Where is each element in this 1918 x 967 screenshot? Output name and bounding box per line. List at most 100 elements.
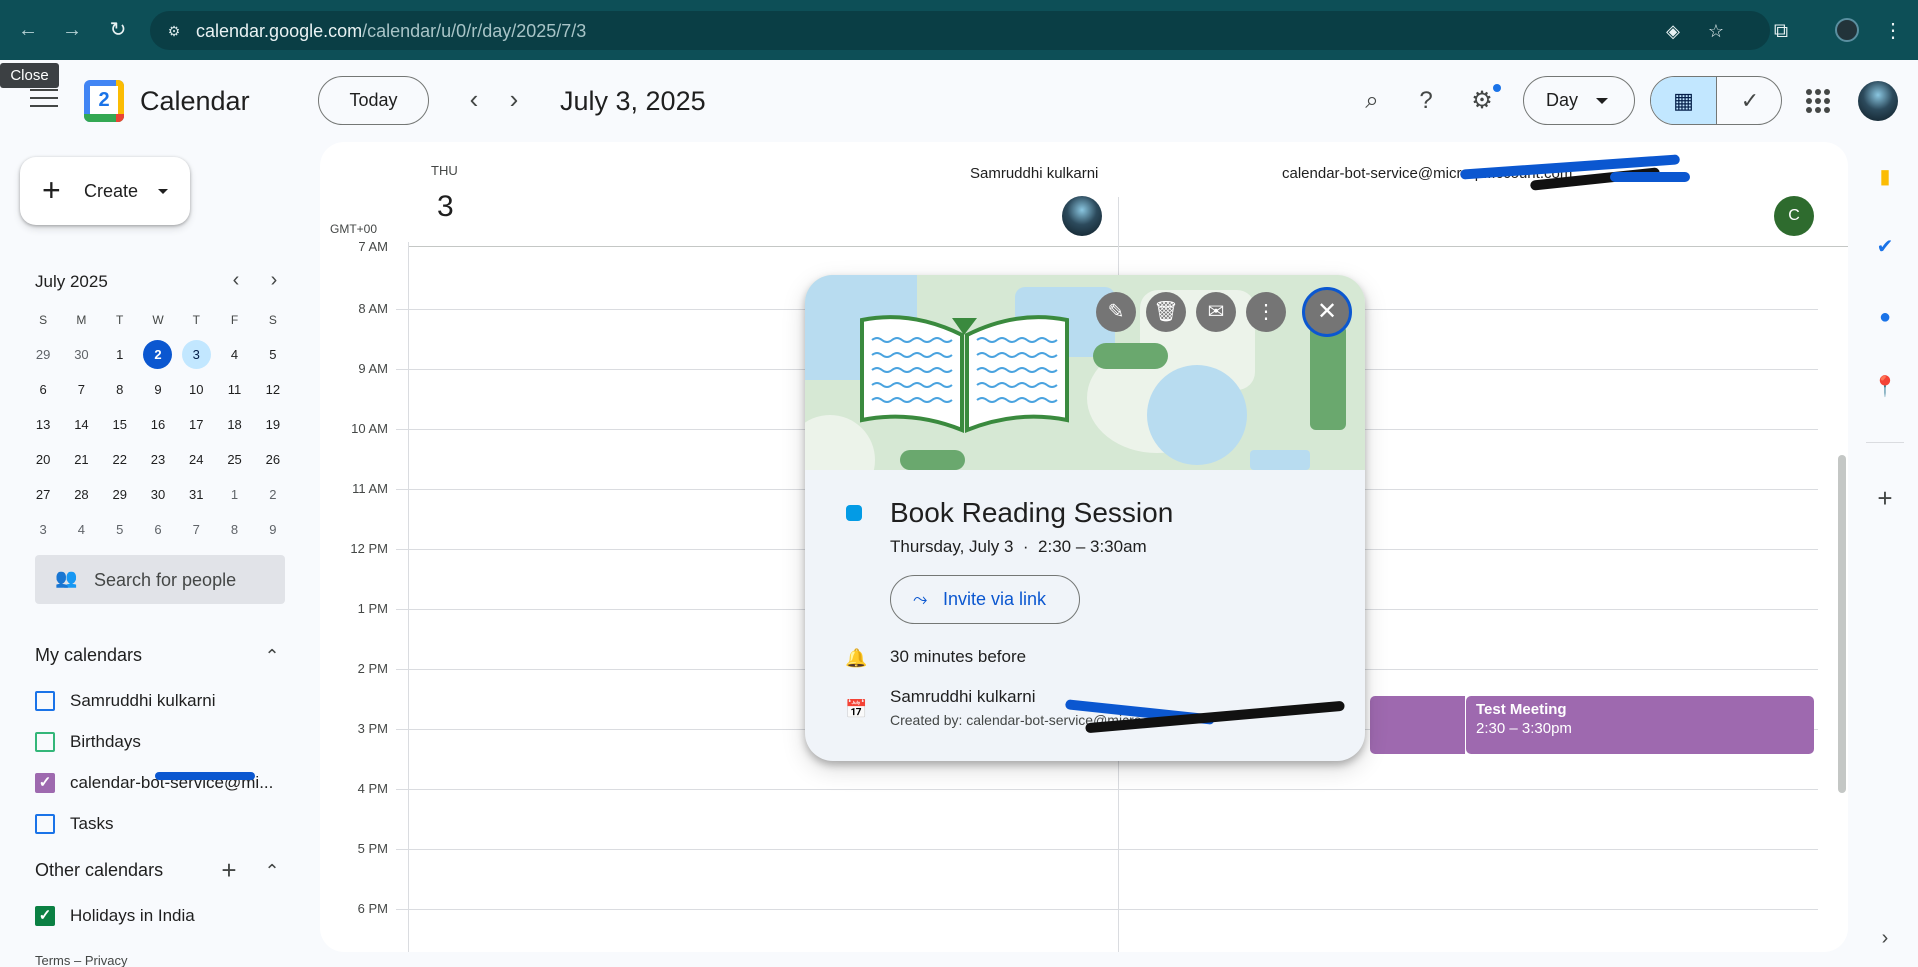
maps-icon[interactable]: 📍: [1872, 374, 1898, 400]
email-icon[interactable]: ✉: [1196, 292, 1236, 332]
mini-day[interactable]: 11: [215, 375, 253, 410]
mini-day[interactable]: 6: [24, 375, 62, 410]
reload-icon[interactable]: ↻: [104, 16, 132, 44]
mini-day[interactable]: 26: [254, 445, 292, 480]
mini-day[interactable]: 19: [254, 410, 292, 445]
mini-day[interactable]: 5: [254, 340, 292, 375]
address-bar[interactable]: ⚙ calendar.google.com/calendar/u/0/r/day…: [150, 11, 1770, 50]
mini-day[interactable]: 29: [24, 340, 62, 375]
calendar-view-icon[interactable]: ▦: [1651, 77, 1717, 124]
calendar-tasks-toggle[interactable]: ▦ ✓: [1650, 76, 1782, 125]
search-icon[interactable]: ⌕: [1355, 84, 1389, 118]
invite-via-link-button[interactable]: ⤳ Invite via link: [890, 575, 1080, 624]
expand-panel-icon[interactable]: ›: [1872, 925, 1898, 951]
more-options-icon[interactable]: ⋮: [1246, 292, 1286, 332]
mini-day[interactable]: 5: [101, 515, 139, 550]
mini-day[interactable]: 27: [24, 480, 62, 515]
mini-day[interactable]: 7: [62, 375, 100, 410]
mini-day[interactable]: 2: [139, 340, 177, 375]
mini-day[interactable]: 15: [101, 410, 139, 445]
hour-gridline: [396, 849, 1818, 850]
mini-day[interactable]: 24: [177, 445, 215, 480]
other-calendars-title[interactable]: Other calendars: [35, 860, 163, 881]
mini-day[interactable]: 30: [62, 340, 100, 375]
browser-menu-icon[interactable]: ⋮: [1880, 18, 1906, 44]
mini-day[interactable]: 3: [177, 340, 215, 375]
keep-icon[interactable]: ▮: [1872, 164, 1898, 190]
mini-prev-month-icon[interactable]: ‹: [225, 270, 247, 292]
chevron-up-icon[interactable]: ⌃: [262, 861, 282, 881]
calendar-checkbox[interactable]: [35, 691, 55, 711]
person-name: Samruddhi kulkarni: [970, 165, 1099, 182]
mini-day[interactable]: 14: [62, 410, 100, 445]
help-icon[interactable]: ?: [1409, 84, 1443, 118]
delete-trash-icon[interactable]: 🗑: [1146, 292, 1186, 332]
mini-day[interactable]: 25: [215, 445, 253, 480]
edit-pencil-icon[interactable]: ✎: [1096, 292, 1136, 332]
close-icon[interactable]: ✕: [1302, 287, 1352, 337]
mini-day[interactable]: 1: [101, 340, 139, 375]
mini-day[interactable]: 8: [101, 375, 139, 410]
lens-icon[interactable]: ◈: [1662, 20, 1684, 42]
mini-day[interactable]: 4: [62, 515, 100, 550]
scrollbar[interactable]: [1838, 455, 1846, 793]
calendar-checkbox[interactable]: ✓: [35, 773, 55, 793]
person-avatar[interactable]: [1062, 196, 1102, 236]
mini-day[interactable]: 20: [24, 445, 62, 480]
create-button[interactable]: + Create: [20, 157, 190, 225]
mini-day[interactable]: 31: [177, 480, 215, 515]
footer-links[interactable]: Terms – Privacy: [35, 953, 127, 967]
main-menu-icon[interactable]: [30, 89, 58, 111]
contacts-icon[interactable]: ●: [1872, 304, 1898, 330]
next-day-icon[interactable]: ›: [498, 84, 530, 116]
mini-next-month-icon[interactable]: ›: [263, 270, 285, 292]
calendar-checkbox[interactable]: ✓: [35, 906, 55, 926]
mini-day[interactable]: 17: [177, 410, 215, 445]
event-block-left[interactable]: [1370, 696, 1466, 754]
person-avatar[interactable]: C: [1774, 196, 1814, 236]
google-apps-icon[interactable]: [1806, 89, 1830, 113]
my-calendars-title[interactable]: My calendars: [35, 645, 142, 666]
previous-day-icon[interactable]: ‹: [458, 84, 490, 116]
tasks-view-icon[interactable]: ✓: [1717, 77, 1781, 124]
browser-profile-avatar[interactable]: [1835, 18, 1859, 42]
mini-day[interactable]: 9: [139, 375, 177, 410]
search-people-input[interactable]: 👥 Search for people: [35, 555, 285, 604]
mini-day[interactable]: 30: [139, 480, 177, 515]
calendar-checkbox[interactable]: [35, 732, 55, 752]
site-info-icon[interactable]: ⚙: [164, 21, 184, 41]
calendar-checkbox[interactable]: [35, 814, 55, 834]
mini-day[interactable]: 18: [215, 410, 253, 445]
mini-day[interactable]: 21: [62, 445, 100, 480]
extensions-icon[interactable]: ⧉: [1768, 18, 1794, 44]
mini-day[interactable]: 22: [101, 445, 139, 480]
today-button[interactable]: Today: [318, 76, 429, 125]
mini-day[interactable]: 6: [139, 515, 177, 550]
view-switcher[interactable]: Day: [1523, 76, 1635, 125]
mini-day[interactable]: 16: [139, 410, 177, 445]
forward-arrow-icon[interactable]: →: [58, 16, 86, 44]
mini-day[interactable]: 28: [62, 480, 100, 515]
mini-day[interactable]: 8: [215, 515, 253, 550]
get-add-ons-icon[interactable]: +: [1872, 485, 1898, 511]
mini-day[interactable]: 1: [215, 480, 253, 515]
calendar-logo[interactable]: 2: [84, 80, 124, 122]
mini-day[interactable]: 2: [254, 480, 292, 515]
mini-day[interactable]: 7: [177, 515, 215, 550]
mini-day[interactable]: 13: [24, 410, 62, 445]
account-avatar[interactable]: [1858, 81, 1898, 121]
event-test-meeting[interactable]: Test Meeting 2:30 – 3:30pm: [1466, 696, 1814, 754]
mini-day[interactable]: 3: [24, 515, 62, 550]
mini-day[interactable]: 29: [101, 480, 139, 515]
add-calendar-icon[interactable]: +: [218, 857, 240, 883]
mini-day[interactable]: 9: [254, 515, 292, 550]
mini-day[interactable]: 10: [177, 375, 215, 410]
back-arrow-icon[interactable]: ←: [14, 16, 42, 44]
tasks-icon[interactable]: ✔: [1872, 234, 1898, 260]
mini-day[interactable]: 4: [215, 340, 253, 375]
bookmark-star-icon[interactable]: ☆: [1705, 20, 1727, 42]
mini-day[interactable]: 23: [139, 445, 177, 480]
chevron-up-icon[interactable]: ⌃: [262, 646, 282, 666]
mini-day[interactable]: 12: [254, 375, 292, 410]
day-number[interactable]: 3: [437, 190, 454, 224]
